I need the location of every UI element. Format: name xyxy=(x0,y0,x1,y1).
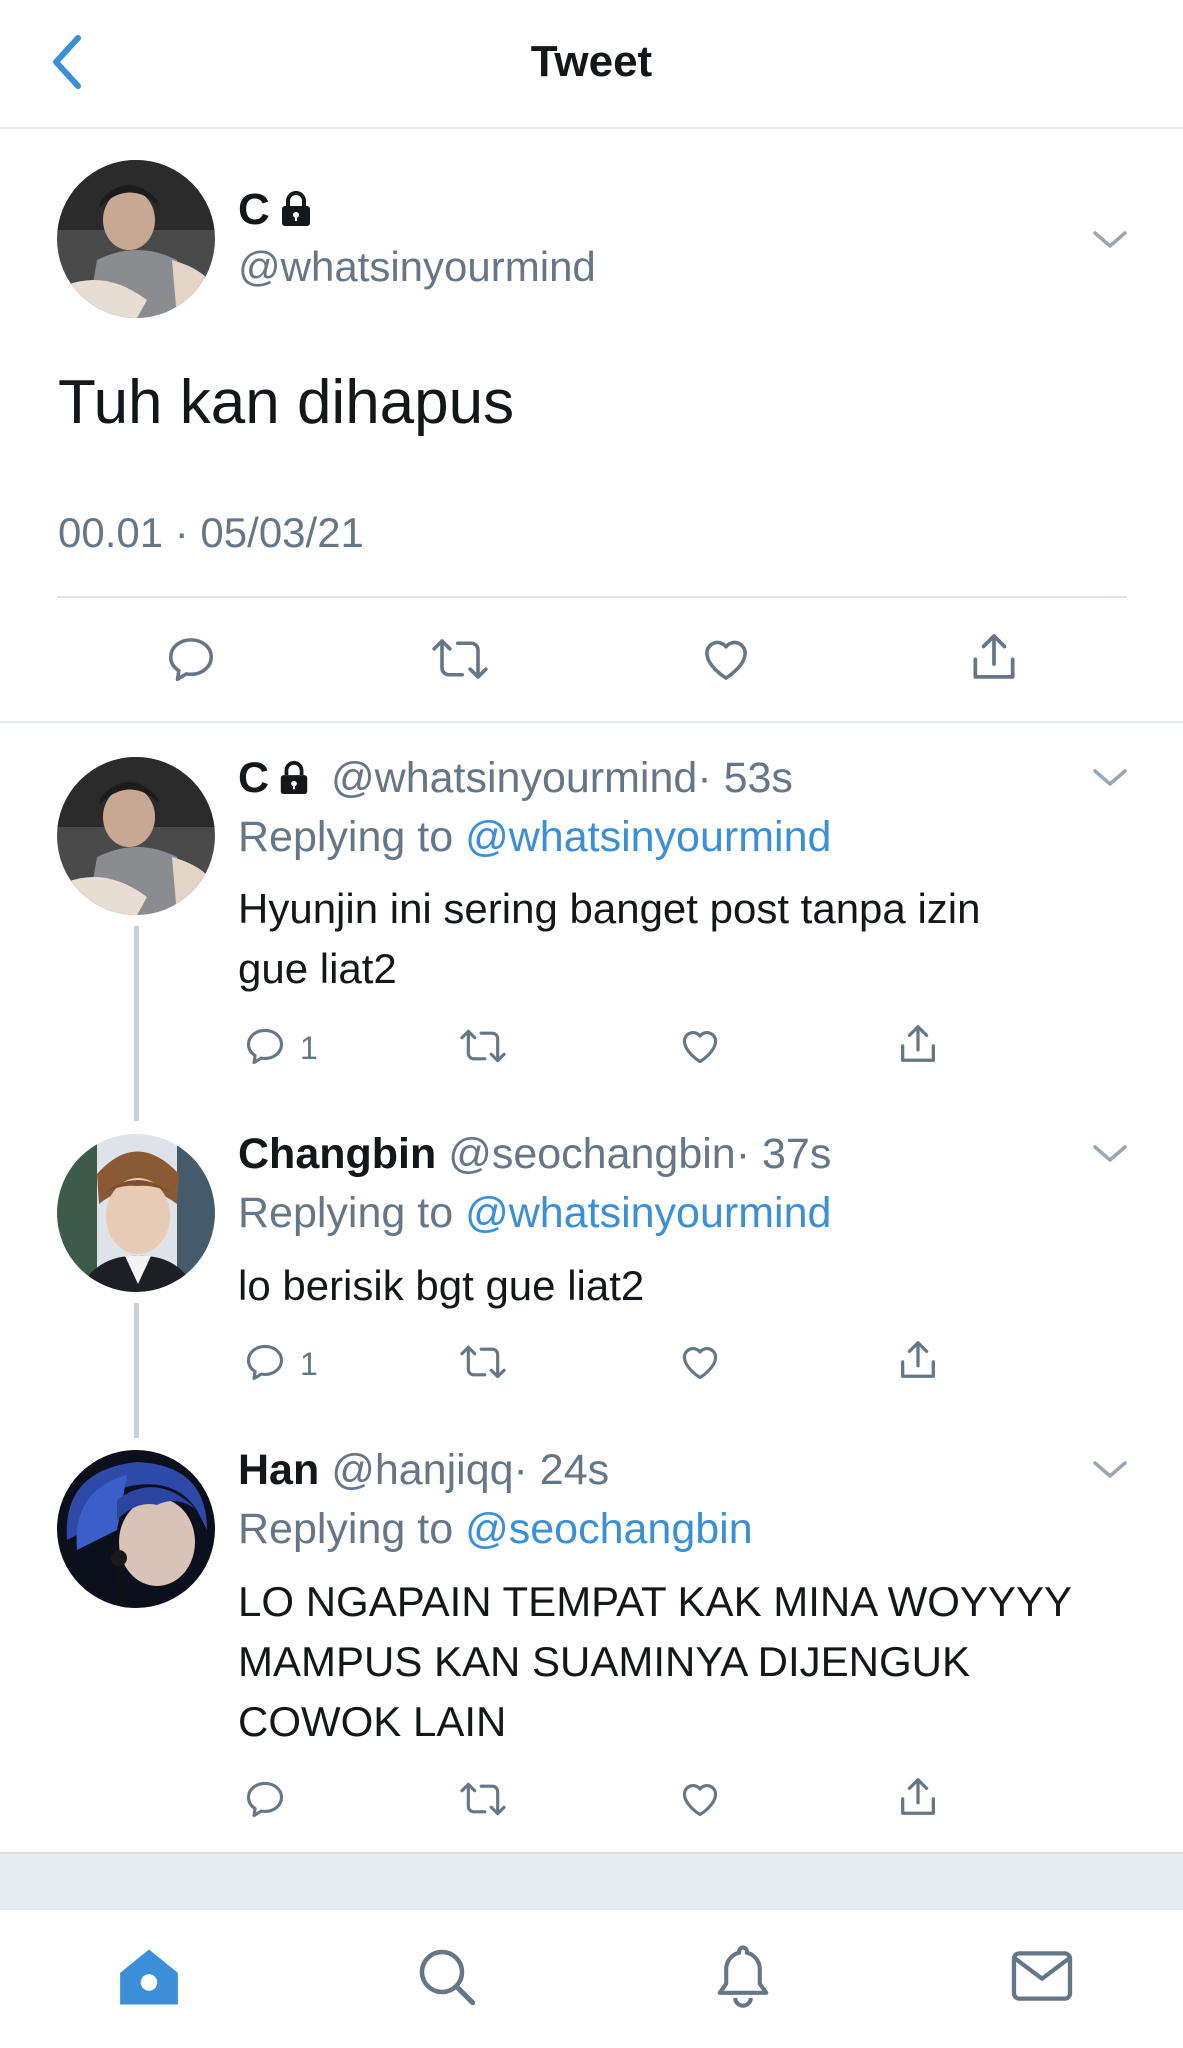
reply-header: C @whatsinyourmind· 53s xyxy=(238,752,793,804)
reply-button[interactable] xyxy=(243,1024,287,1068)
tweet-timestamp: 00.01 · 05/03/21 xyxy=(58,509,364,556)
author-name[interactable]: Changbin xyxy=(238,1130,436,1178)
share-icon[interactable] xyxy=(895,1020,941,1068)
retweet-icon[interactable] xyxy=(458,1340,508,1384)
reply-time: · 24s xyxy=(513,1446,610,1494)
reply-text: Hyunjin ini sering banget post tanpa izi… xyxy=(238,879,1138,999)
replying-to-link[interactable]: @whatsinyourmind xyxy=(465,813,831,861)
reply-time: · 37s xyxy=(735,1130,832,1178)
replying-to: Replying to @seochangbin xyxy=(238,1503,753,1555)
author-name[interactable]: C xyxy=(238,185,314,235)
divider xyxy=(57,596,1127,598)
mail-icon xyxy=(1011,1951,1073,2001)
chevron-down-icon[interactable] xyxy=(1092,766,1128,790)
author-name[interactable]: Han xyxy=(238,1446,319,1494)
home-icon xyxy=(120,1949,178,2005)
avatar[interactable] xyxy=(57,757,215,915)
thread-line xyxy=(134,926,139,1121)
reply-header: Changbin @seochangbin· 37s xyxy=(238,1128,831,1180)
tab-home[interactable] xyxy=(116,1946,182,2008)
like-icon[interactable] xyxy=(677,1340,723,1384)
replying-to-link[interactable]: @seochangbin xyxy=(465,1505,753,1553)
bell-icon xyxy=(717,1945,769,2008)
share-icon[interactable] xyxy=(895,1336,941,1384)
reply-text: LO NGAPAIN TEMPAT KAK MINA WOYYYY MAMPUS… xyxy=(238,1572,1138,1752)
author-name[interactable]: C xyxy=(238,754,269,802)
retweet-icon[interactable] xyxy=(458,1024,508,1068)
replying-to-label: Replying to xyxy=(238,813,454,861)
avatar[interactable] xyxy=(57,160,215,318)
reply-button[interactable] xyxy=(243,1340,287,1384)
reply-icon[interactable] xyxy=(164,632,218,686)
replying-to: Replying to @whatsinyourmind xyxy=(238,811,831,863)
reply-text-line: gue liat2 xyxy=(238,945,397,992)
like-icon[interactable] xyxy=(677,1777,723,1821)
share-icon[interactable] xyxy=(895,1773,941,1821)
search-icon xyxy=(419,1949,476,2006)
tab-notifications[interactable] xyxy=(712,1942,774,2010)
avatar[interactable] xyxy=(57,1134,215,1292)
chevron-down-icon[interactable] xyxy=(1092,1142,1128,1166)
reply-count: 1 xyxy=(300,1346,318,1382)
like-icon[interactable] xyxy=(698,632,754,686)
reply-time: · 53s xyxy=(697,754,793,802)
author-handle[interactable]: @seochangbin xyxy=(448,1130,736,1178)
tab-search[interactable] xyxy=(414,1944,478,2008)
reply-text-line: Hyunjin ini sering banget post tanpa izi… xyxy=(238,885,981,932)
divider xyxy=(0,721,1183,723)
retweet-icon[interactable] xyxy=(430,632,490,686)
avatar[interactable] xyxy=(57,1450,215,1608)
reply-text-line: LO NGAPAIN TEMPAT KAK MINA WOYYYY xyxy=(238,1578,1072,1625)
share-icon[interactable] xyxy=(966,628,1022,686)
replying-to: Replying to @whatsinyourmind xyxy=(238,1187,831,1239)
chevron-down-icon[interactable] xyxy=(1092,228,1128,252)
reply-text: lo berisik bgt gue liat2 xyxy=(238,1256,1138,1316)
reply-count: 1 xyxy=(300,1030,318,1066)
lock-icon xyxy=(277,760,311,796)
reply-text-line: lo berisik bgt gue liat2 xyxy=(238,1262,645,1309)
author-handle[interactable]: @hanjiqq xyxy=(331,1446,513,1494)
replying-to-label: Replying to xyxy=(238,1505,454,1553)
thread-line xyxy=(134,1303,139,1438)
author-handle[interactable]: @whatsinyourmind xyxy=(331,754,697,802)
reply-text-line: COWOK LAIN xyxy=(238,1698,507,1745)
replying-to-label: Replying to xyxy=(238,1189,454,1237)
chevron-down-icon[interactable] xyxy=(1092,1458,1128,1482)
section-gap xyxy=(0,1852,1183,1912)
author-handle[interactable]: @whatsinyourmind xyxy=(238,242,596,292)
tweet-text: Tuh kan dihapus xyxy=(58,368,515,437)
page-title: Tweet xyxy=(530,37,653,86)
replying-to-link[interactable]: @whatsinyourmind xyxy=(465,1189,831,1237)
author-name-text: C xyxy=(238,185,270,234)
retweet-icon[interactable] xyxy=(458,1777,508,1821)
reply-text-line: MAMPUS KAN SUAMINYA DIJENGUK xyxy=(238,1638,971,1685)
reply-header: Han @hanjiqq· 24s xyxy=(238,1444,609,1496)
lock-icon xyxy=(278,190,314,228)
like-icon[interactable] xyxy=(677,1024,723,1068)
tab-messages[interactable] xyxy=(1010,1948,1074,2004)
reply-button[interactable] xyxy=(243,1777,287,1821)
